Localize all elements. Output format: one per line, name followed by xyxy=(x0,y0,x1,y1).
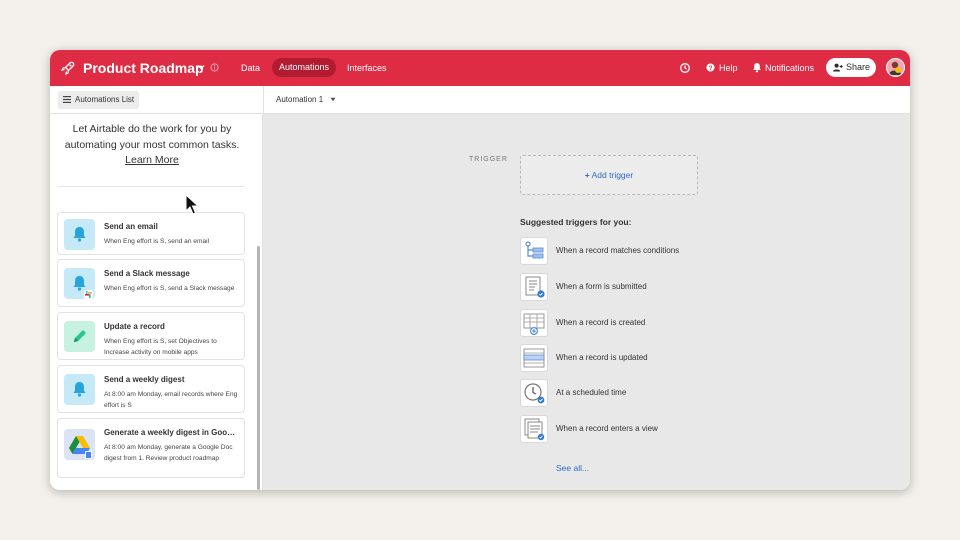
clock-icon xyxy=(520,379,548,407)
template-description: At 8:00 am Monday, email records where E… xyxy=(104,391,238,409)
share-label: Share xyxy=(846,62,871,72)
learn-more-link[interactable]: Learn More xyxy=(125,154,179,166)
automations-sidebar: Let Airtable do the work for you by auto… xyxy=(50,114,263,490)
help-icon[interactable]: ? xyxy=(706,63,715,72)
conditions-icon xyxy=(520,237,548,265)
app-window: Product Roadmap Data Automations Interfa… xyxy=(50,50,910,490)
share-button[interactable]: Share xyxy=(826,58,876,77)
bell-slack-icon xyxy=(64,268,95,299)
suggested-trigger-item[interactable]: At a scheduled time xyxy=(520,379,780,409)
template-title: Send a Slack message xyxy=(104,269,190,278)
template-description: At 8:00 am Monday, generate a Google Doc… xyxy=(104,444,233,462)
trigger-label: When a record enters a view xyxy=(556,424,658,433)
sidebar-scrollbar[interactable] xyxy=(257,246,260,490)
see-all-link[interactable]: See all... xyxy=(556,463,589,473)
divider xyxy=(58,186,244,187)
intro-text: Let Airtable do the work for you by auto… xyxy=(62,122,242,169)
template-card-update-record[interactable]: Update a record When Eng effort is S, se… xyxy=(57,312,245,360)
google-drive-icon xyxy=(64,429,95,460)
bell-icon[interactable] xyxy=(752,62,762,73)
nav-automations-tab[interactable]: Automations xyxy=(272,58,337,77)
history-icon[interactable] xyxy=(679,62,691,74)
automations-list-button[interactable]: Automations List xyxy=(58,91,140,109)
help-button[interactable]: Help xyxy=(719,63,738,73)
caret-down-icon[interactable] xyxy=(330,97,336,102)
template-description: When Eng effort is S, send a Slack messa… xyxy=(104,285,235,292)
user-avatar-icon xyxy=(889,61,901,75)
suggested-trigger-item[interactable]: When a form is submitted xyxy=(520,273,780,303)
suggested-trigger-item[interactable]: When a record matches conditions xyxy=(520,237,780,267)
trigger-label: When a record is created xyxy=(556,318,646,327)
suggested-trigger-item[interactable]: When a record is updated xyxy=(520,344,780,374)
mouse-cursor-icon xyxy=(185,194,199,215)
rocket-icon[interactable] xyxy=(60,60,76,76)
template-title: Generate a weekly digest in Goo… xyxy=(104,428,236,437)
nav-interfaces-tab[interactable]: Interfaces xyxy=(347,63,387,73)
bell-icon xyxy=(64,219,95,250)
suggested-triggers-title: Suggested triggers for you: xyxy=(520,217,632,227)
trigger-label: TRIGGER xyxy=(469,156,508,163)
add-trigger-button[interactable]: + Add trigger xyxy=(520,155,698,195)
list-icon xyxy=(63,96,71,103)
nav-data-tab[interactable]: Data xyxy=(241,63,260,73)
app-header: Product Roadmap Data Automations Interfa… xyxy=(50,50,910,86)
view-icon xyxy=(520,415,548,443)
template-description: When Eng effort is S, send an email xyxy=(104,238,210,245)
bell-icon xyxy=(64,374,95,405)
record-updated-icon xyxy=(520,344,548,372)
trigger-label: When a form is submitted xyxy=(556,282,647,291)
template-card-google-doc-digest[interactable]: Generate a weekly digest in Goo… At 8:00… xyxy=(57,418,245,478)
automation-selector[interactable]: Automation 1 xyxy=(276,95,323,104)
template-card-send-slack[interactable]: Send a Slack message When Eng effort is … xyxy=(57,259,245,307)
template-card-send-email[interactable]: Send an email When Eng effort is S, send… xyxy=(57,212,245,255)
add-trigger-label: Add trigger xyxy=(591,170,634,180)
trigger-label: When a record is updated xyxy=(556,353,648,362)
trigger-label: When a record matches conditions xyxy=(556,246,680,255)
toolbar-divider xyxy=(263,86,264,114)
template-card-weekly-digest[interactable]: Send a weekly digest At 8:00 am Monday, … xyxy=(57,365,245,413)
notifications-button[interactable]: Notifications xyxy=(765,63,814,73)
base-title[interactable]: Product Roadmap xyxy=(83,60,204,76)
automation-canvas: TRIGGER + Add trigger Suggested triggers… xyxy=(263,114,910,490)
template-title: Send a weekly digest xyxy=(104,375,185,384)
template-title: Update a record xyxy=(104,322,165,331)
automation-toolbar: Automations List Automation 1 xyxy=(50,86,910,114)
form-icon xyxy=(520,273,548,301)
template-description: When Eng effort is S, set Objectives to … xyxy=(104,338,217,356)
svg-text:?: ? xyxy=(709,65,713,72)
intro-description: Let Airtable do the work for you by auto… xyxy=(64,123,240,151)
pencil-icon xyxy=(64,321,95,352)
suggested-trigger-item[interactable]: When a record enters a view xyxy=(520,415,780,445)
suggested-trigger-item[interactable]: When a record is created xyxy=(520,309,780,339)
automations-list-label: Automations List xyxy=(75,95,135,104)
plus-icon: + xyxy=(584,170,590,180)
add-user-icon xyxy=(833,63,843,72)
avatar[interactable] xyxy=(886,58,905,77)
template-title: Send an email xyxy=(104,222,158,231)
info-icon[interactable] xyxy=(210,63,219,72)
chevron-down-icon[interactable] xyxy=(196,62,206,72)
record-created-icon xyxy=(520,309,548,337)
trigger-label: At a scheduled time xyxy=(556,388,627,397)
